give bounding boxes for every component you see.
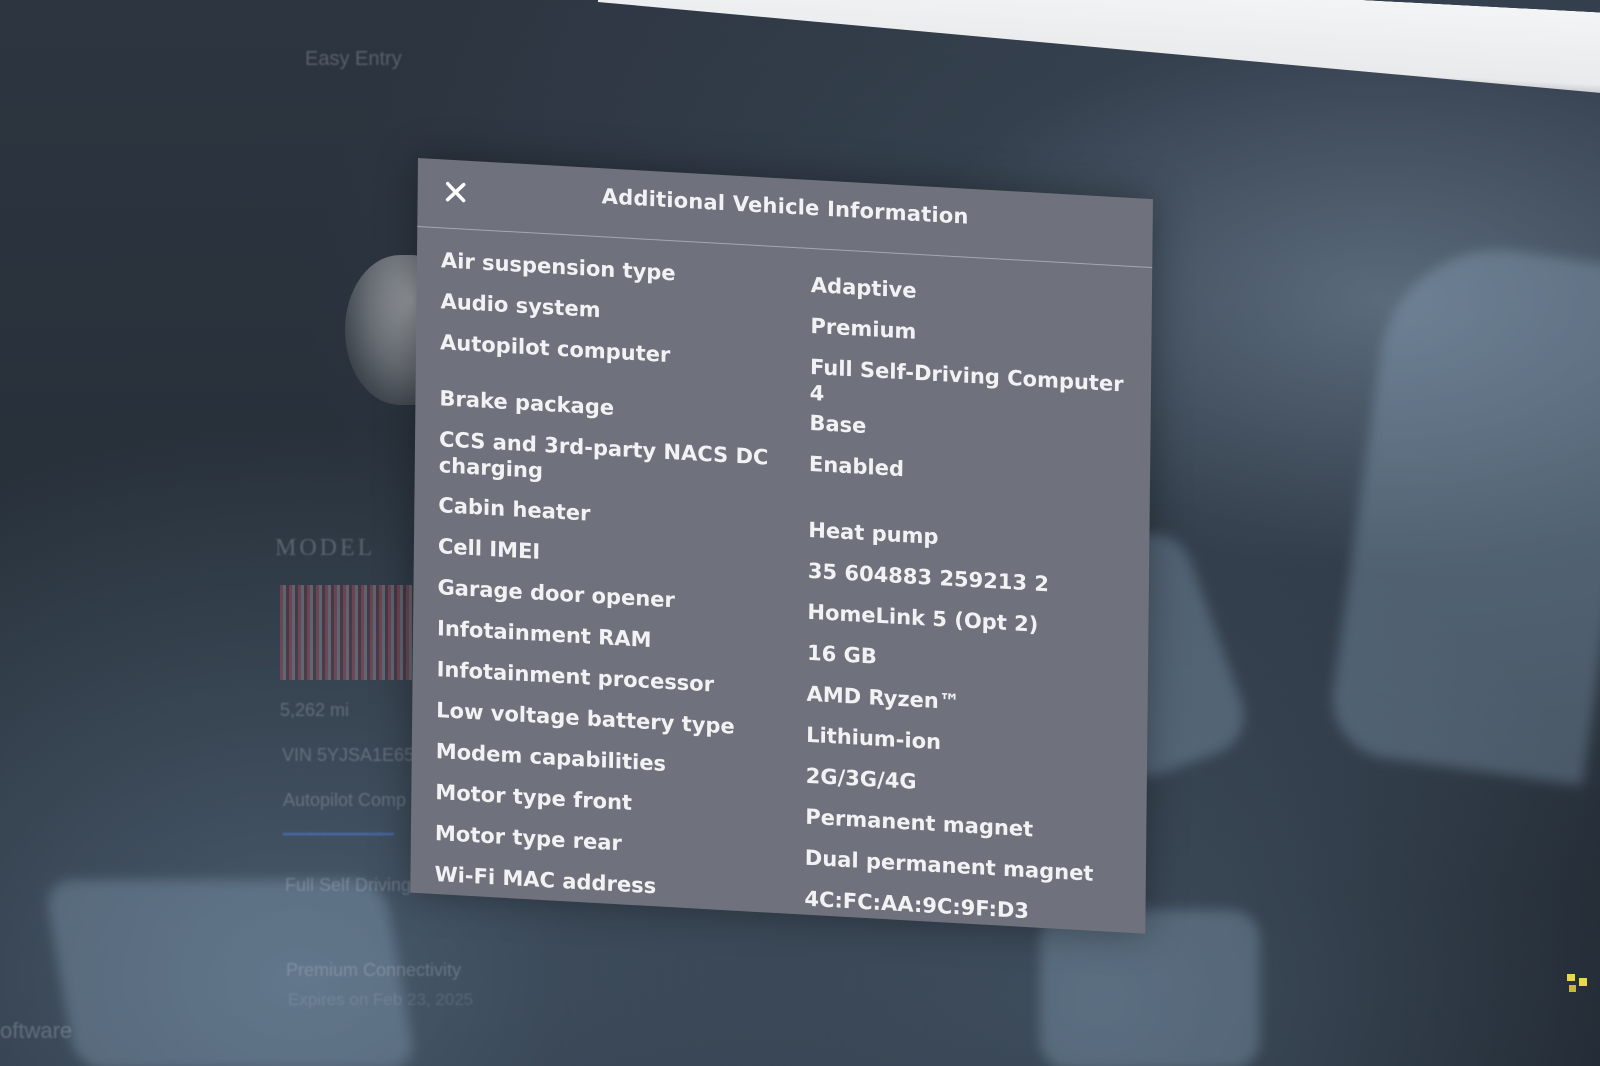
info-list: Air suspension type Adaptive Audio syste… bbox=[434, 247, 1131, 940]
dialog-title: Additional Vehicle Information bbox=[601, 184, 969, 229]
connectivity-date: Expires on Feb 23, 2025 bbox=[288, 990, 474, 1009]
fsd-label: Full Self Driving bbox=[285, 875, 412, 895]
additional-vehicle-info-dialog: Additional Vehicle Information Air suspe… bbox=[410, 158, 1153, 934]
window-reflection-right bbox=[1325, 234, 1600, 786]
autopilot-computer-label: Autopilot Comp bbox=[283, 790, 407, 810]
model-badge-image bbox=[280, 585, 430, 680]
status-indicator-icon bbox=[1567, 974, 1587, 992]
model-label: MODEL bbox=[275, 535, 376, 561]
additional-info-link[interactable]: ▁▁▁▁▁▁▁▁ bbox=[283, 815, 394, 836]
odometer-value: 5,262 mi bbox=[280, 700, 350, 720]
info-label: Air suspension type bbox=[440, 248, 676, 286]
vin-value: VIN 5YJSA1E65 bbox=[282, 745, 415, 765]
screen-glare bbox=[594, 0, 1600, 137]
info-value: Adaptive bbox=[810, 272, 917, 303]
connectivity-label: Premium Connectivity bbox=[286, 960, 462, 980]
software-nav-label[interactable]: oftware bbox=[0, 1018, 72, 1044]
easy-entry-label[interactable]: Easy Entry bbox=[305, 48, 402, 71]
vehicle-screen: Easy Entry MODEL 5,262 mi VIN 5YJSA1E65 … bbox=[0, 0, 1600, 1066]
